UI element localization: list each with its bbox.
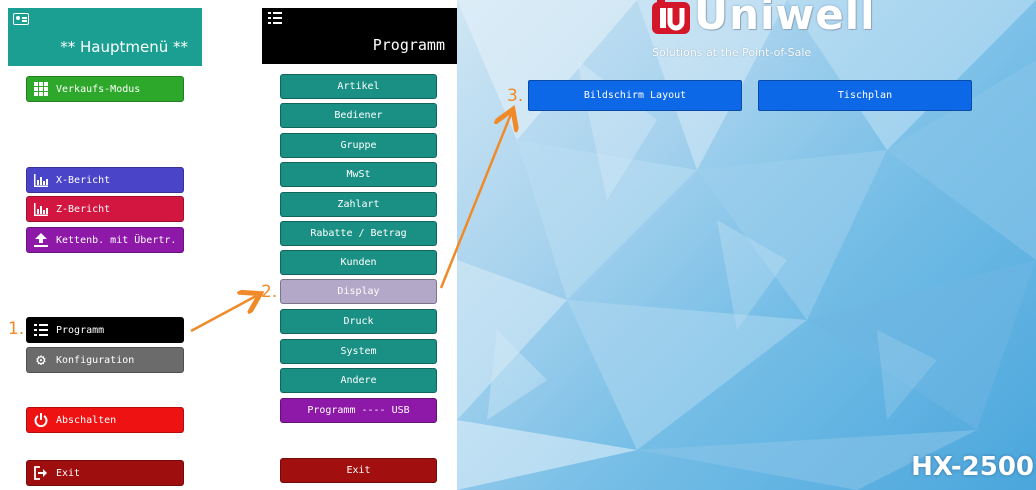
list-icon: [33, 322, 49, 338]
bar-chart-icon: [33, 172, 49, 188]
x-report-button[interactable]: X-Bericht: [26, 167, 184, 193]
display-button[interactable]: Display: [280, 279, 437, 304]
program-exit-button[interactable]: Exit: [280, 458, 437, 483]
z-report-label: Z-Bericht: [56, 203, 111, 215]
power-icon: [33, 412, 49, 428]
sales-mode-button[interactable]: Verkaufs-Modus: [26, 76, 184, 102]
brand-name: Uniwell: [694, 0, 876, 39]
program-menu-header: Programm: [262, 8, 457, 64]
x-report-label: X-Bericht: [56, 174, 111, 186]
brand-tagline: Solutions at the Point-of-Sale: [652, 46, 812, 59]
exit-icon: [33, 465, 49, 481]
system-button[interactable]: System: [280, 339, 437, 364]
other-button[interactable]: Andere: [280, 368, 437, 393]
customers-button[interactable]: Kunden: [280, 250, 437, 275]
crystal-background-pattern: [457, 0, 1036, 490]
step-3-label: 3.: [507, 86, 524, 106]
main-exit-button[interactable]: Exit: [26, 460, 184, 486]
configuration-label: Konfiguration: [56, 354, 135, 366]
shutdown-label: Abschalten: [56, 414, 117, 426]
model-name: HX-2500: [911, 452, 1034, 482]
upload-icon: [33, 232, 49, 248]
id-card-icon: [13, 13, 29, 25]
gear-icon: ⚙: [36, 350, 46, 369]
discount-button[interactable]: Rabatte / Betrag: [280, 221, 437, 246]
grid-icon: [33, 81, 49, 97]
bar-chart-icon: [33, 201, 49, 217]
display-background: Uniwell Solutions at the Point-of-Sale 3…: [457, 0, 1036, 490]
chain-report-label: Kettenb. mit Übertr.: [56, 234, 177, 246]
main-menu-title: ** Hauptmenü **: [60, 38, 188, 56]
program-usb-button[interactable]: Programm ---- USB: [280, 398, 437, 423]
shutdown-button[interactable]: Abschalten: [26, 407, 184, 433]
step-1-label: 1.: [8, 319, 25, 339]
program-button[interactable]: Programm: [26, 317, 184, 343]
sales-mode-label: Verkaufs-Modus: [56, 83, 141, 95]
print-button[interactable]: Druck: [280, 309, 437, 334]
program-label: Programm: [56, 324, 105, 336]
article-button[interactable]: Artikel: [280, 74, 437, 99]
step-2-label: 2.: [261, 282, 278, 302]
program-menu-title: Programm: [372, 36, 445, 54]
screen-layout-button[interactable]: Bildschirm Layout: [528, 80, 742, 111]
chain-report-button[interactable]: Kettenb. mit Übertr.: [26, 227, 184, 253]
group-button[interactable]: Gruppe: [280, 133, 437, 158]
configuration-button[interactable]: ⚙ Konfiguration: [26, 347, 184, 373]
list-icon: [268, 12, 282, 24]
uniwell-mark-icon: [652, 0, 690, 34]
uniwell-logo: Uniwell Solutions at the Point-of-Sale: [652, 0, 874, 66]
main-exit-label: Exit: [56, 467, 81, 479]
z-report-button[interactable]: Z-Bericht: [26, 196, 184, 222]
vat-button[interactable]: MwSt: [280, 162, 437, 187]
main-menu-header: ** Hauptmenü **: [8, 8, 202, 66]
payment-type-button[interactable]: Zahlart: [280, 192, 437, 217]
arrow-step-1-to-2: [190, 296, 256, 333]
operator-button[interactable]: Bediener: [280, 103, 437, 128]
table-plan-button[interactable]: Tischplan: [758, 80, 972, 111]
